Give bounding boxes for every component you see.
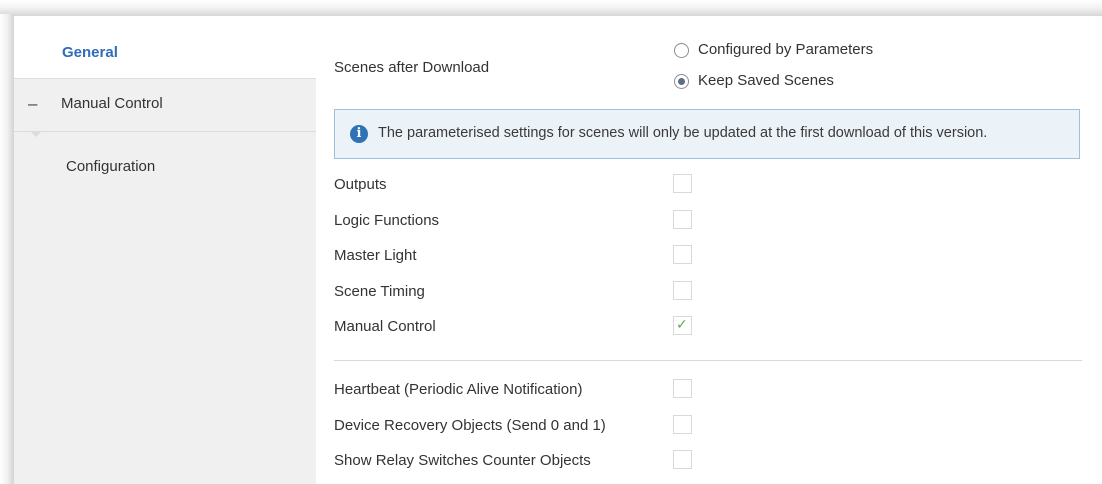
option-label-manual-control: Manual Control (334, 318, 436, 335)
radio-label: Configured by Parameters (698, 41, 874, 58)
manual-control-checkbox[interactable]: ✓ (673, 316, 692, 335)
sidebar-item-label: General (62, 44, 118, 61)
tree-notch-icon (30, 131, 42, 137)
parameters-window: General – Manual Control Configuration S… (14, 16, 1102, 484)
device-recovery-checkbox[interactable] (673, 415, 692, 434)
option-label-device-recovery: Device Recovery Objects (Send 0 and 1) (334, 417, 606, 434)
info-message: The parameterised settings for scenes wi… (378, 125, 988, 141)
scenes-after-download-label: Scenes after Download (334, 59, 490, 76)
collapse-icon[interactable]: – (28, 94, 37, 114)
option-label-scene-timing: Scene Timing (334, 283, 425, 300)
option-label-relay-switches-counter: Show Relay Switches Counter Objects (334, 452, 591, 469)
option-label-heartbeat: Heartbeat (Periodic Alive Notification) (334, 381, 583, 398)
heartbeat-checkbox[interactable] (673, 379, 692, 398)
logic-functions-checkbox[interactable] (673, 210, 692, 229)
radio-button[interactable] (674, 43, 689, 58)
window-shadow-left (0, 14, 14, 484)
option-label-logic-functions: Logic Functions (334, 212, 440, 229)
option-label-outputs: Outputs (334, 176, 387, 193)
info-icon: i (350, 125, 368, 143)
relay-switches-counter-checkbox[interactable] (673, 450, 692, 469)
info-banner: i The parameterised settings for scenes … (334, 109, 1080, 159)
sidebar-item-manual-control[interactable]: – Manual Control (14, 79, 316, 131)
main-content: Scenes after Download Configured by Para… (316, 16, 1102, 484)
outputs-checkbox[interactable] (673, 174, 692, 193)
section-divider (334, 360, 1082, 361)
sidebar-item-general[interactable]: General (14, 16, 316, 79)
radio-button[interactable] (674, 74, 689, 89)
scene-timing-checkbox[interactable] (673, 281, 692, 300)
option-label-master-light: Master Light (334, 247, 417, 264)
check-icon: ✓ (676, 316, 688, 332)
window-shadow-top (0, 0, 1102, 16)
radio-label: Keep Saved Scenes (698, 72, 834, 89)
master-light-checkbox[interactable] (673, 245, 692, 264)
sidebar-item-label: Manual Control (61, 95, 163, 112)
sidebar-item-configuration[interactable]: Configuration (66, 158, 155, 175)
sidebar-item-label: Configuration (66, 158, 156, 175)
sidebar-divider (14, 131, 316, 132)
sidebar: General – Manual Control Configuration (14, 16, 316, 484)
